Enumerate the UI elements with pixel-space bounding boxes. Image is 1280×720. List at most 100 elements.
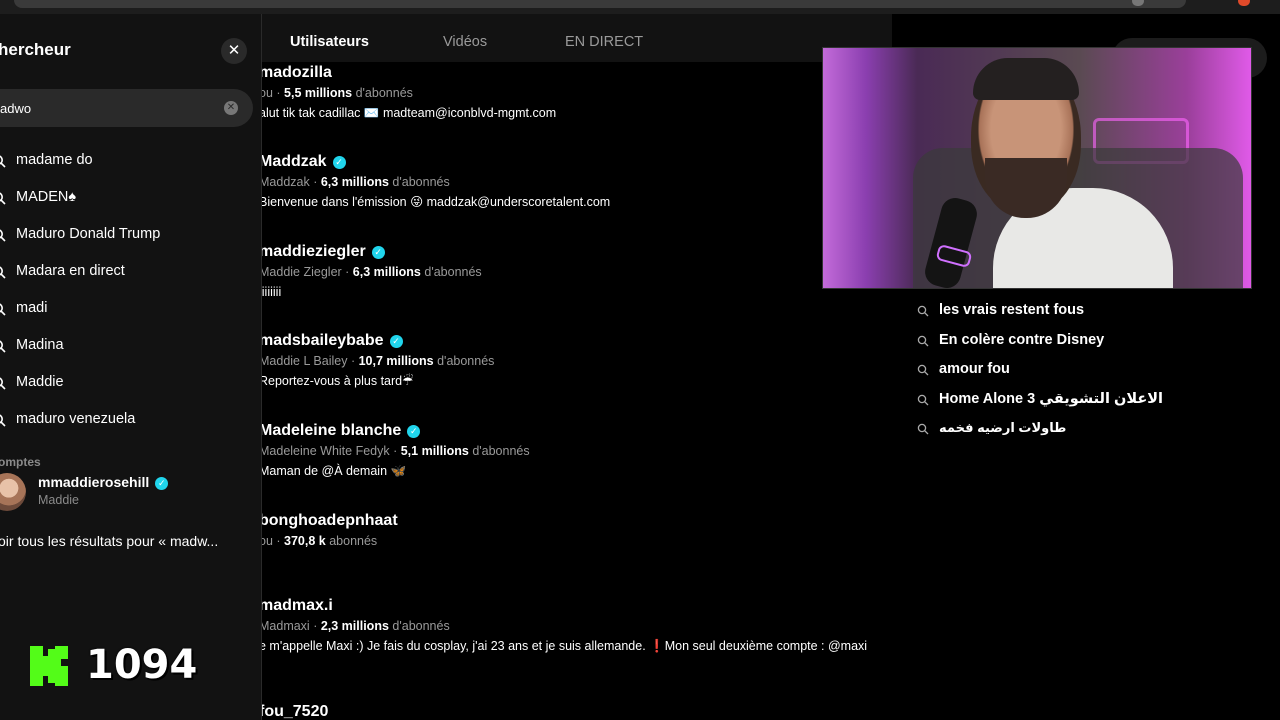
suggestion-item[interactable]: Maduro Donald Trump [0, 218, 261, 255]
trending-searches: les vrais restent fous En colère contre … [915, 300, 1255, 448]
result-bio: e m'appelle Maxi :) Je fais du cosplay, … [262, 639, 868, 653]
search-field[interactable]: ✕ [0, 89, 253, 127]
user-result[interactable]: fou_7520 [262, 703, 879, 720]
search-icon [0, 303, 6, 316]
trending-item[interactable]: طاولات ارضيه فخمه [915, 418, 1255, 448]
suggestion-item[interactable]: MADEN♠ [0, 181, 261, 218]
user-result[interactable]: bonghoadepnhaat ou · 370,8 k abonnés [262, 512, 879, 548]
result-username-text: madsbaileybabe [262, 332, 384, 349]
result-bio: Maman de @À demain 🦋 [262, 464, 407, 478]
kick-logo-icon [30, 646, 68, 686]
trending-item[interactable]: Home Alone 3 الاعلان التشويقي [915, 389, 1255, 419]
result-username: maddieziegler ✓ [262, 243, 879, 261]
search-icon [0, 414, 6, 427]
tab-live[interactable]: EN DIRECT [565, 34, 643, 50]
result-username: bonghoadepnhaat [262, 512, 398, 529]
suggestion-item[interactable]: madi [0, 292, 261, 329]
result-username: madsbaileybabe ✓ [262, 332, 879, 350]
search-icon [917, 423, 929, 435]
user-result[interactable]: madmax.i Madmaxi · 2,3 millions d'abonné… [262, 597, 879, 655]
result-username: madmax.i [262, 597, 333, 614]
trending-item[interactable]: amour fou [915, 359, 1255, 389]
suggestion-item[interactable]: maduro venezuela [0, 403, 261, 440]
result-followers-suffix: d'abonnés [472, 444, 530, 458]
search-icon [917, 364, 929, 376]
user-result[interactable]: madozilla ou · 5,5 millions d'abonnés al… [262, 64, 879, 122]
result-followers: 370,8 k [284, 534, 326, 548]
search-icon [0, 266, 6, 279]
account-username-text: mmaddierosehill [38, 474, 150, 490]
user-result[interactable]: madsbaileybabe ✓ Maddie L Bailey · 10,7 m… [262, 332, 879, 390]
user-result[interactable]: Maddzak ✓ Maddzak · 6,3 millions d'abonné… [262, 153, 879, 211]
streamer-hair [973, 58, 1079, 100]
result-followers: 10,7 millions [358, 354, 434, 368]
results-tabs: Utilisateurs Vidéos EN DIRECT [262, 14, 892, 62]
clear-icon[interactable]: ✕ [224, 101, 238, 115]
close-button[interactable]: ✕ [221, 38, 247, 64]
search-icon [917, 335, 929, 346]
search-icon [0, 377, 6, 390]
result-followers-suffix: d'abonnés [392, 619, 450, 633]
result-followers-suffix: d'abonnés [424, 265, 482, 279]
result-display-name: Madmaxi [262, 619, 310, 633]
suggestion-list: madame do MADEN♠ Maduro Donald Trump Mad… [0, 144, 261, 440]
trending-label: طاولات ارضيه فخمه [939, 420, 1067, 435]
result-followers: 5,1 millions [400, 444, 469, 458]
result-meta: ou · 5,5 millions d'abonnés [262, 86, 879, 100]
result-display-name: Madeleine White Fedyk [262, 444, 390, 458]
result-followers-suffix: d'abonnés [437, 354, 495, 368]
avatar [0, 473, 26, 511]
accounts-section-label: omptes [0, 455, 41, 469]
trending-label: Home Alone 3 الاعلان التشويقي [939, 390, 1164, 407]
search-icon [0, 340, 6, 353]
result-display-name: ou [262, 86, 273, 100]
suggestion-item[interactable]: Madara en direct [0, 255, 261, 292]
suggestion-label: MADEN♠ [16, 189, 77, 205]
result-followers-suffix: d'abonnés [355, 86, 413, 100]
user-result[interactable]: maddieziegler ✓ Maddie Ziegler · 6,3 mill… [262, 243, 879, 301]
panel-title: hercheur [0, 40, 71, 59]
search-icon [0, 155, 6, 168]
result-meta: Maddie Ziegler · 6,3 millions d'abonnés [262, 265, 879, 279]
result-username: fou_7520 [262, 703, 329, 720]
result-meta: ou · 370,8 k abonnés [262, 534, 879, 548]
suggestion-label: Madara en direct [16, 263, 125, 279]
result-followers-suffix: d'abonnés [392, 175, 450, 189]
profile-icon[interactable] [1238, 0, 1250, 6]
search-icon [0, 229, 6, 242]
verified-badge-icon: ✓ [155, 477, 169, 490]
result-username: Madeleine blanche ✓ [262, 422, 879, 440]
result-followers: 2,3 millions [320, 619, 389, 633]
viewer-count: 1094 [86, 642, 198, 688]
tab-videos[interactable]: Vidéos [443, 34, 487, 50]
result-bio: Reportez-vous à plus tard☔ [262, 374, 414, 388]
suggestion-item[interactable]: Maddie [0, 366, 261, 403]
tab-users[interactable]: Utilisateurs [290, 34, 369, 50]
suggestion-item[interactable]: madame do [0, 144, 261, 181]
result-followers: 6,3 millions [352, 265, 421, 279]
result-username: madozilla [262, 64, 332, 81]
trending-item[interactable]: les vrais restent fous [915, 300, 1255, 330]
account-suggestion[interactable]: mmaddierosehill ✓ Maddie [0, 470, 261, 518]
result-meta: Madmaxi · 2,3 millions d'abonnés [262, 619, 879, 633]
result-username-text: Madeleine blanche [262, 422, 402, 439]
suggestion-label: Maddie [16, 374, 64, 390]
trending-item[interactable]: En colère contre Disney [915, 330, 1255, 360]
user-result[interactable]: Madeleine blanche ✓ Madeleine White Fedyk… [262, 422, 879, 480]
result-bio: alut tik tak cadillac ✉️ madteam@iconblv… [262, 106, 557, 120]
verified-badge-icon: ✓ [371, 246, 385, 259]
result-display-name: Maddzak [262, 175, 310, 189]
result-meta: Madeleine White Fedyk · 5,1 millions d'a… [262, 444, 879, 458]
address-bar[interactable] [14, 0, 1186, 8]
search-input[interactable] [0, 89, 210, 127]
result-display-name: Maddie L Bailey [262, 354, 348, 368]
suggestion-label: Madina [16, 337, 64, 353]
see-all-results-link[interactable]: oir tous les résultats pour « madw... [0, 533, 218, 549]
search-panel: hercheur ✕ ✕ madame do MADEN♠ Maduro Don… [0, 14, 262, 720]
suggestion-item[interactable]: Madina [0, 329, 261, 366]
search-icon [0, 192, 6, 205]
trending-label: En colère contre Disney [939, 331, 1105, 348]
result-meta: Maddie L Bailey · 10,7 millions d'abonné… [262, 354, 879, 368]
result-followers: 5,5 millions [284, 86, 353, 100]
account-display-name: Maddie [38, 493, 79, 507]
